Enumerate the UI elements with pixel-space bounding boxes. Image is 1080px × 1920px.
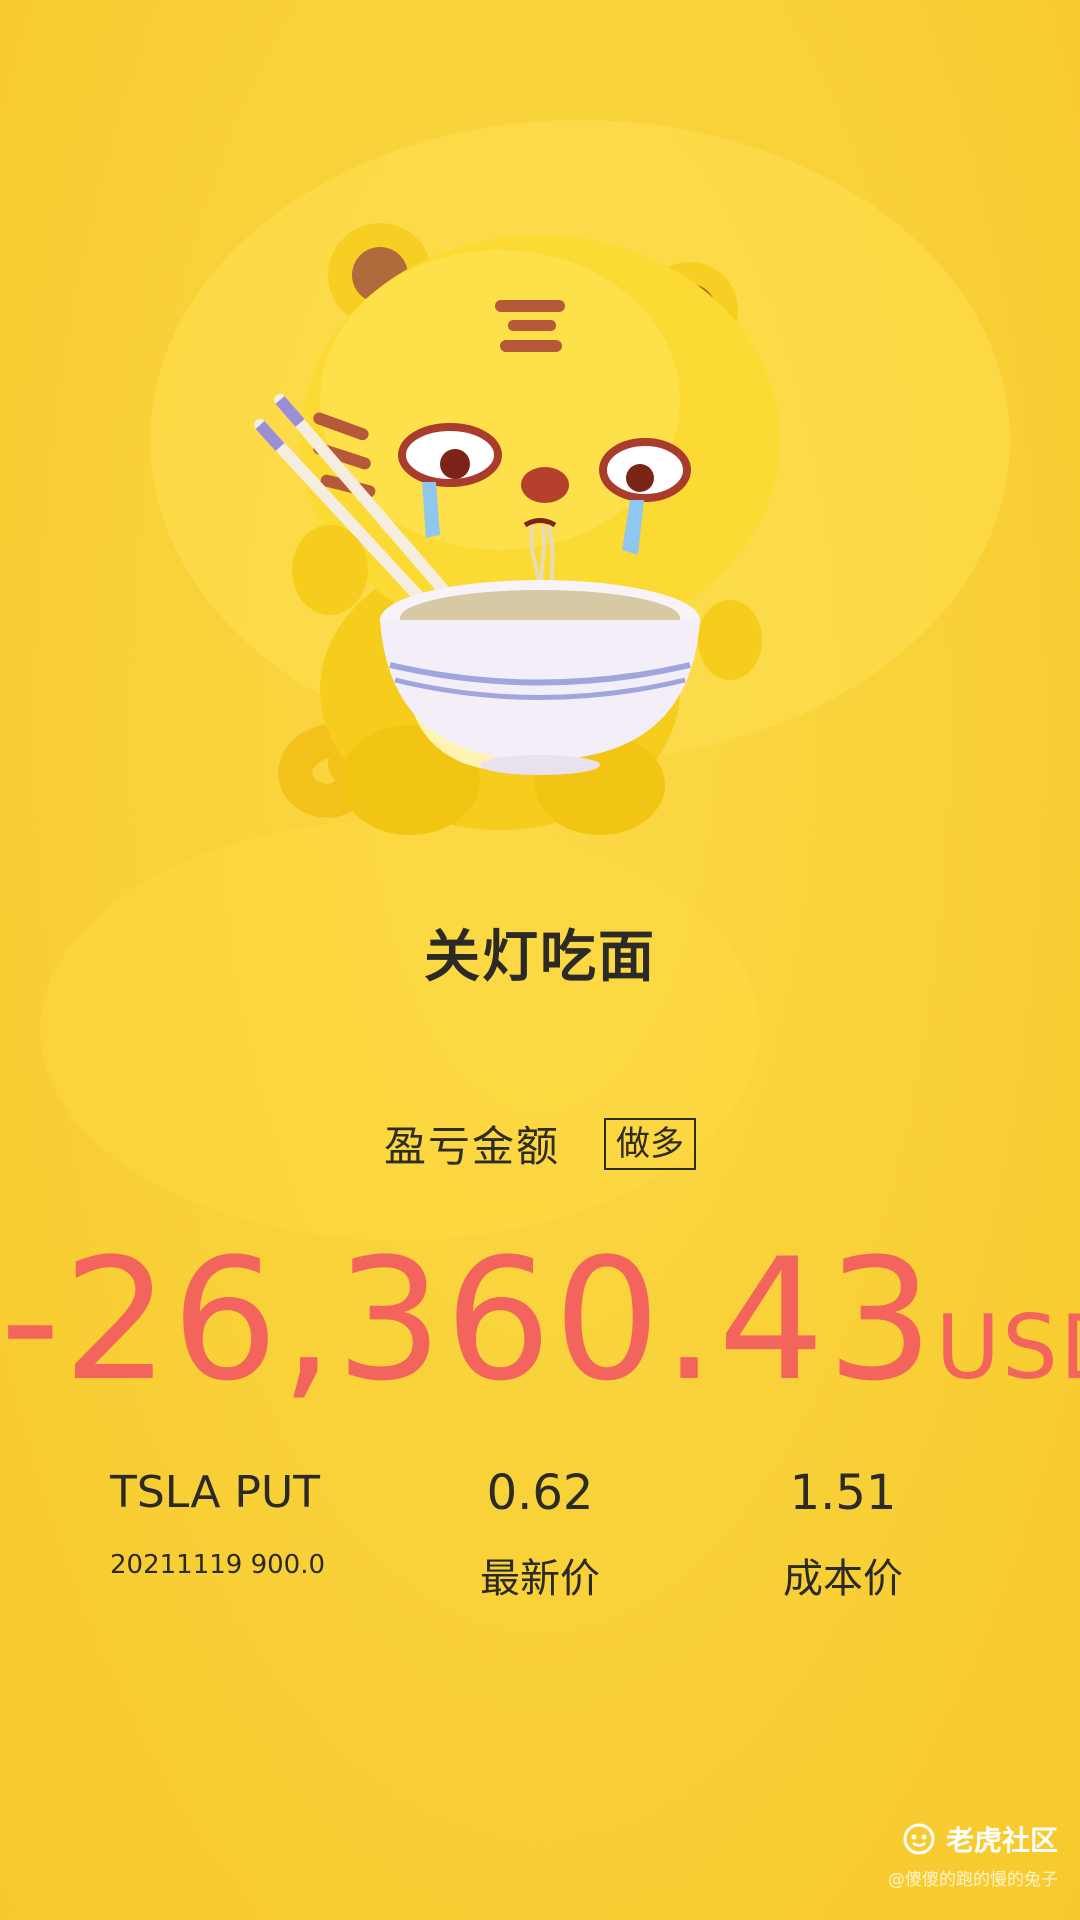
crying-tiger-mascot-icon — [254, 223, 780, 835]
watermark-brand-text: 老虎社区 — [945, 1824, 1058, 1857]
position-symbol: TSLA PUT — [110, 1467, 321, 1518]
tiger-logo-icon — [903, 1823, 935, 1855]
profit-loss-value: -26,360.43 — [0, 1222, 936, 1418]
page-title: 关灯吃面 — [424, 925, 656, 990]
cost-price-block: 1.51 成本价 — [743, 1458, 943, 1604]
position-contract: 20211119 900.0 — [110, 1550, 326, 1580]
background-glow-lower — [40, 820, 760, 1240]
profit-loss-header: 盈亏金额 做多 — [0, 1113, 1080, 1174]
watermark: 老虎社区 @傻傻的跑的慢的兔子 — [888, 1819, 1058, 1890]
profit-loss-amount: -26,360.43USD — [0, 1222, 1080, 1418]
watermark-brand: 老虎社区 — [888, 1819, 1058, 1859]
direction-badge: 做多 — [604, 1117, 696, 1170]
cost-price-label: 成本价 — [783, 1556, 903, 1602]
cost-price-value: 1.51 — [789, 1465, 897, 1521]
profit-loss-currency: USD — [935, 1296, 1080, 1399]
profit-loss-label: 盈亏金额 — [383, 1122, 560, 1171]
latest-price-label: 最新价 — [480, 1556, 600, 1602]
position-symbol-block: TSLA PUT 20211119 900.0 — [110, 1458, 370, 1580]
latest-price-value: 0.62 — [486, 1465, 594, 1521]
watermark-user: @傻傻的跑的慢的兔子 — [888, 1870, 1058, 1890]
latest-price-block: 0.62 最新价 — [440, 1458, 640, 1604]
